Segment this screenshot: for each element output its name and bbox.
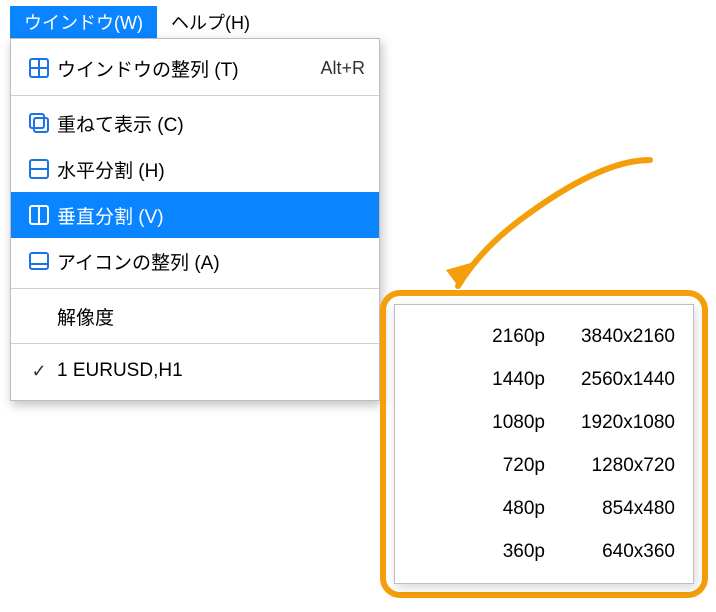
menu-separator [11, 95, 379, 96]
menu-item-label: 解像度 [57, 303, 345, 330]
grid-icon [21, 56, 57, 80]
resolution-item-1080p[interactable]: 1080p 1920x1080 [395, 403, 693, 443]
menu-item-label: 重ねて表示 (C) [57, 110, 365, 137]
menu-item-label: アイコンの整列 (A) [57, 248, 365, 275]
menubar-item-window-label: ウインドウ(W) [24, 9, 143, 35]
menu-item-label: 垂直分割 (V) [57, 202, 365, 229]
menu-item-resolution[interactable]: 解像度 [11, 293, 379, 339]
resolution-label: 720p [435, 455, 545, 477]
resolution-label: 1080p [435, 412, 545, 434]
resolution-value: 640x360 [545, 541, 675, 563]
menu-item-tile-vertical[interactable]: 垂直分割 (V) [11, 192, 379, 238]
resolution-label: 480p [435, 498, 545, 520]
menu-item-label: 水平分割 (H) [57, 156, 365, 183]
resolution-value: 2560x1440 [545, 369, 675, 391]
resolution-item-480p[interactable]: 480p 854x480 [395, 489, 693, 529]
menu-item-label: 1 EURUSD,H1 [57, 360, 365, 382]
resolution-label: 2160p [435, 326, 545, 348]
menu-item-label: ウインドウの整列 (T) [57, 55, 320, 82]
resolution-submenu: 2160p 3840x2160 1440p 2560x1440 1080p 19… [394, 304, 694, 584]
resolution-value: 854x480 [545, 498, 675, 520]
resolution-value: 3840x2160 [545, 326, 675, 348]
menu-separator [11, 288, 379, 289]
menu-item-tile-horizontal[interactable]: 水平分割 (H) [11, 146, 379, 192]
menu-item-window-eurusd[interactable]: ✓ 1 EURUSD,H1 [11, 348, 379, 394]
menu-item-cascade[interactable]: 重ねて表示 (C) [11, 100, 379, 146]
callout-arrow-icon [440, 150, 670, 300]
menu-item-arrange-windows[interactable]: ウインドウの整列 (T) Alt+R [11, 45, 379, 91]
resolution-item-360p[interactable]: 360p 640x360 [395, 532, 693, 572]
resolution-item-1440p[interactable]: 1440p 2560x1440 [395, 360, 693, 400]
resolution-value: 1920x1080 [545, 412, 675, 434]
menubar-item-window[interactable]: ウインドウ(W) [10, 6, 157, 38]
resolution-value: 1280x720 [545, 455, 675, 477]
arrange-icons-icon [21, 249, 57, 273]
tile-vertical-icon [21, 203, 57, 227]
menubar-item-help-label: ヘルプ(H) [171, 9, 250, 35]
menubar-item-help[interactable]: ヘルプ(H) [157, 6, 264, 38]
resolution-item-2160p[interactable]: 2160p 3840x2160 [395, 317, 693, 357]
cascade-icon [21, 111, 57, 135]
resolution-item-720p[interactable]: 720p 1280x720 [395, 446, 693, 486]
menu-item-shortcut: Alt+R [320, 58, 365, 79]
resolution-submenu-highlight: 2160p 3840x2160 1440p 2560x1440 1080p 19… [380, 290, 708, 598]
menubar: ウインドウ(W) ヘルプ(H) [10, 6, 264, 38]
tile-horizontal-icon [21, 157, 57, 181]
window-menu: ウインドウの整列 (T) Alt+R 重ねて表示 (C) 水平分割 (H) 垂直… [10, 38, 380, 401]
resolution-label: 1440p [435, 369, 545, 391]
checkmark-icon: ✓ [21, 361, 57, 382]
resolution-label: 360p [435, 541, 545, 563]
menu-item-arrange-icons[interactable]: アイコンの整列 (A) [11, 238, 379, 284]
menu-separator [11, 343, 379, 344]
